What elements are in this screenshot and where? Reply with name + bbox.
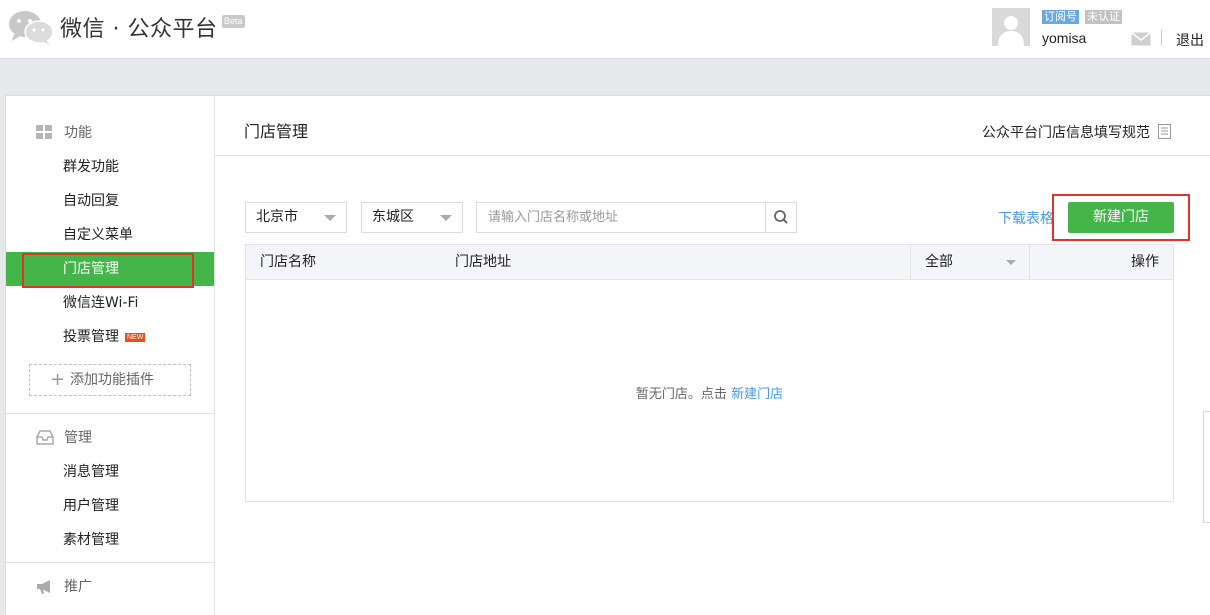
spec-link[interactable]: 公众平台门店信息填写规范 <box>982 122 1150 142</box>
sidebar-item-custom-menu[interactable]: 自定义菜单 <box>6 218 214 252</box>
sidebar-item-messages[interactable]: 消息管理 <box>6 455 214 489</box>
highlight-box <box>22 253 194 288</box>
empty-state: 暂无门店。点击 新建门店 <box>246 383 1173 402</box>
chevron-down-icon <box>324 215 336 221</box>
title-divider <box>215 155 1210 156</box>
district-select-value: 东城区 <box>372 209 414 225</box>
store-table: 门店名称 门店地址 全部 操作 暂无门店。点击 新建门店 <box>245 244 1174 502</box>
inbox-icon <box>36 430 54 445</box>
beta-badge: Beta <box>222 15 245 28</box>
sidebar-section-title: 管理 <box>64 430 92 446</box>
sidebar: 功能 群发功能 自动回复 自定义菜单 门店管理 微信连Wi-Fi 投票管理 NEW… <box>5 95 214 615</box>
city-select[interactable]: 北京市 <box>245 202 347 233</box>
sidebar-item-users[interactable]: 用户管理 <box>6 489 214 523</box>
column-actions: 操作 <box>1131 254 1159 270</box>
column-store-name: 门店名称 <box>260 254 316 270</box>
sidebar-section-title: 推广 <box>64 579 92 595</box>
status-filter-value: 全部 <box>925 254 953 270</box>
sidebar-item-vote[interactable]: 投票管理 NEW <box>6 320 214 354</box>
main-panel: 门店管理 公众平台门店信息填写规范 北京市 东城区 下载表格 新建门店 门店名称… <box>214 95 1210 615</box>
page-title: 门店管理 <box>244 122 309 141</box>
chevron-down-icon <box>1006 260 1016 265</box>
district-select[interactable]: 东城区 <box>361 202 463 233</box>
chevron-down-icon <box>440 215 452 221</box>
search-icon <box>774 210 788 224</box>
header-divider <box>1161 30 1162 46</box>
megaphone-icon <box>37 580 50 594</box>
verify-status-badge[interactable]: 未认证 <box>1085 10 1122 24</box>
avatar[interactable] <box>992 8 1030 46</box>
plus-icon: + <box>50 369 66 390</box>
wechat-logo-icon[interactable] <box>8 10 54 46</box>
username[interactable]: yomisa <box>1042 30 1086 46</box>
sidebar-item-materials[interactable]: 素材管理 <box>6 523 214 557</box>
sidebar-item-auto-reply[interactable]: 自动回复 <box>6 184 214 218</box>
sidebar-item-mass-send[interactable]: 群发功能 <box>6 150 214 184</box>
sidebar-item-wifi[interactable]: 微信连Wi-Fi <box>6 286 214 320</box>
empty-state-text: 暂无门店。点击 <box>635 387 727 402</box>
add-plugin-button[interactable]: + 添加功能插件 <box>29 364 191 396</box>
sidebar-divider <box>6 562 214 563</box>
column-store-address: 门店地址 <box>455 254 511 270</box>
search-button[interactable] <box>765 203 796 232</box>
city-select-value: 北京市 <box>256 209 298 225</box>
status-filter-dropdown[interactable]: 全部 <box>910 245 1030 280</box>
user-avatar-icon <box>998 16 1024 46</box>
top-bar: 微信 · 公众平台 Beta 订阅号 未认证 yomisa 退出 <box>0 0 1210 59</box>
grid-icon <box>36 125 52 139</box>
table-header: 门店名称 门店地址 全部 操作 <box>246 245 1173 280</box>
store-search <box>476 202 797 233</box>
highlight-box <box>1052 194 1190 241</box>
sidebar-section-title: 功能 <box>64 125 92 141</box>
mail-icon[interactable] <box>1131 32 1151 46</box>
brand-title[interactable]: 微信 · 公众平台 <box>60 11 217 43</box>
sidebar-item-label: 投票管理 <box>63 329 119 345</box>
empty-new-store-link[interactable]: 新建门店 <box>731 387 783 402</box>
add-plugin-label: 添加功能插件 <box>70 372 154 388</box>
account-type-badge: 订阅号 <box>1042 10 1079 24</box>
document-icon[interactable] <box>1158 124 1171 139</box>
download-table-link[interactable]: 下载表格 <box>998 208 1054 228</box>
scrollbar[interactable] <box>1203 411 1210 523</box>
sidebar-divider <box>6 413 214 414</box>
new-badge: NEW <box>125 333 146 342</box>
logout-link[interactable]: 退出 <box>1176 30 1204 50</box>
search-input[interactable] <box>477 203 765 232</box>
